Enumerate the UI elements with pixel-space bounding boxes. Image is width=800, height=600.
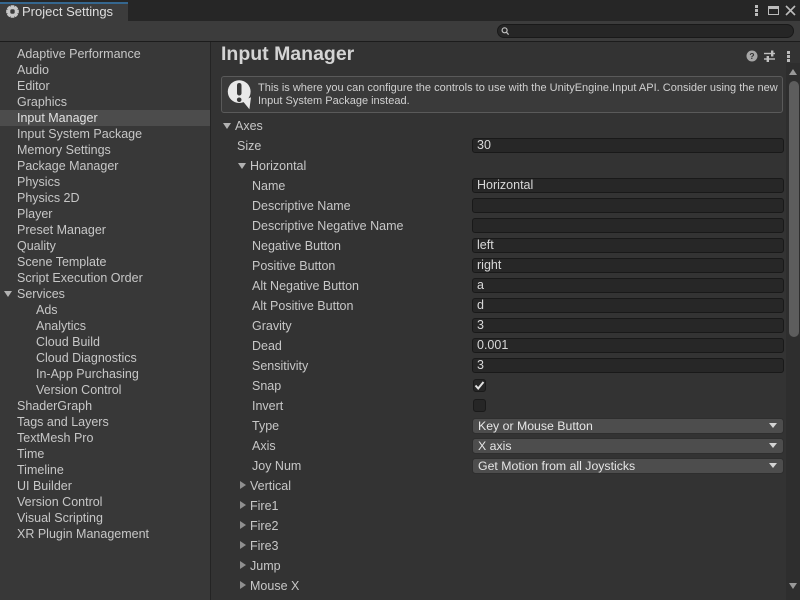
- svg-text:?: ?: [749, 51, 754, 61]
